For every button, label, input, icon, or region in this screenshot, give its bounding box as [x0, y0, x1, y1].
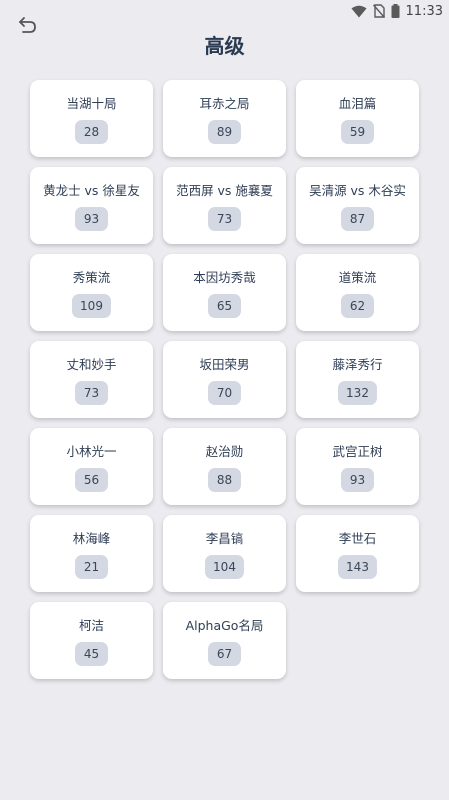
- collection-card[interactable]: 道策流 62: [296, 254, 419, 331]
- card-title: 血泪篇: [338, 96, 377, 111]
- collection-card[interactable]: 当湖十局 28: [30, 80, 153, 157]
- card-title: 李昌镐: [205, 531, 244, 546]
- collection-card[interactable]: 范西屏 vs 施襄夏 73: [163, 167, 286, 244]
- screen: 11:33 高级 当湖十局 28 耳赤之局 89 血泪篇 59 黄龙士 vs 徐星友 9…: [0, 0, 449, 800]
- count-badge: 21: [75, 555, 108, 579]
- status-time: 11:33: [405, 3, 443, 19]
- card-title: 藤泽秀行: [332, 357, 383, 372]
- card-title: 小林光一: [66, 444, 117, 459]
- card-title: 吴清源 vs 木谷实: [309, 183, 406, 198]
- count-badge: 109: [72, 294, 111, 318]
- collection-card[interactable]: 小林光一 56: [30, 428, 153, 505]
- battery-icon: [391, 4, 400, 18]
- collection-card[interactable]: 武宫正树 93: [296, 428, 419, 505]
- count-badge: 93: [75, 207, 108, 231]
- collection-card[interactable]: 血泪篇 59: [296, 80, 419, 157]
- collection-card[interactable]: AlphaGo名局 67: [163, 602, 286, 679]
- count-badge: 88: [208, 468, 241, 492]
- card-title: 道策流: [338, 270, 377, 285]
- collection-card[interactable]: 秀策流 109: [30, 254, 153, 331]
- collection-card[interactable]: 丈和妙手 73: [30, 341, 153, 418]
- count-badge: 73: [75, 381, 108, 405]
- count-badge: 143: [338, 555, 377, 579]
- card-title: 当湖十局: [66, 96, 117, 111]
- card-title: 丈和妙手: [66, 357, 117, 372]
- count-badge: 73: [208, 207, 241, 231]
- card-title: 柯洁: [78, 618, 104, 633]
- card-title: 武宫正树: [332, 444, 383, 459]
- count-badge: 93: [341, 468, 374, 492]
- status-bar: 11:33: [0, 0, 449, 22]
- count-badge: 87: [341, 207, 374, 231]
- count-badge: 67: [208, 642, 241, 666]
- card-title: AlphaGo名局: [185, 618, 264, 633]
- collection-card[interactable]: 坂田荣男 70: [163, 341, 286, 418]
- card-title: 秀策流: [72, 270, 111, 285]
- collection-card[interactable]: 李昌镐 104: [163, 515, 286, 592]
- count-badge: 28: [75, 120, 108, 144]
- card-title: 李世石: [338, 531, 377, 546]
- collection-card[interactable]: 本因坊秀哉 65: [163, 254, 286, 331]
- card-title: 赵治勋: [205, 444, 244, 459]
- collection-card[interactable]: 吴清源 vs 木谷实 87: [296, 167, 419, 244]
- card-title: 黄龙士 vs 徐星友: [43, 183, 140, 198]
- collection-card[interactable]: 黄龙士 vs 徐星友 93: [30, 167, 153, 244]
- count-badge: 132: [338, 381, 377, 405]
- card-title: 坂田荣男: [199, 357, 250, 372]
- wifi-icon: [351, 5, 367, 18]
- count-badge: 62: [341, 294, 374, 318]
- collection-card[interactable]: 赵治勋 88: [163, 428, 286, 505]
- collection-card[interactable]: 李世石 143: [296, 515, 419, 592]
- count-badge: 59: [341, 120, 374, 144]
- card-title: 范西屏 vs 施襄夏: [176, 183, 273, 198]
- collection-grid: 当湖十局 28 耳赤之局 89 血泪篇 59 黄龙士 vs 徐星友 93 范西屏 vs …: [30, 80, 419, 679]
- count-badge: 104: [205, 555, 244, 579]
- count-badge: 45: [75, 642, 108, 666]
- card-title: 耳赤之局: [199, 96, 250, 111]
- page-title: 高级: [204, 34, 245, 58]
- collection-card[interactable]: 柯洁 45: [30, 602, 153, 679]
- count-badge: 89: [208, 120, 241, 144]
- collection-card[interactable]: 林海峰 21: [30, 515, 153, 592]
- no-sim-icon: [372, 4, 385, 18]
- collection-card[interactable]: 耳赤之局 89: [163, 80, 286, 157]
- count-badge: 65: [208, 294, 241, 318]
- count-badge: 56: [75, 468, 108, 492]
- collection-card[interactable]: 藤泽秀行 132: [296, 341, 419, 418]
- count-badge: 70: [208, 381, 241, 405]
- card-title: 林海峰: [72, 531, 111, 546]
- card-title: 本因坊秀哉: [193, 270, 256, 285]
